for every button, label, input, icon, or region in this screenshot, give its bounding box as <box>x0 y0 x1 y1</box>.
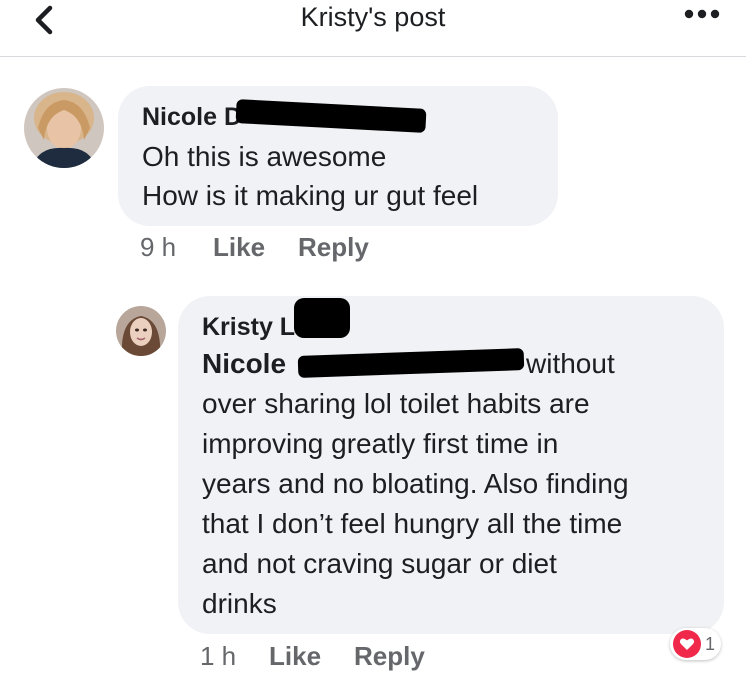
reply-time: 1 h <box>200 641 237 671</box>
comment-author[interactable]: Nicole D <box>142 100 242 134</box>
reply-author[interactable]: Kristy L <box>202 310 295 344</box>
reply-line: improving greatly first time in <box>202 428 559 459</box>
comment-bubble[interactable]: Nicole D Oh this is awesome How is it ma… <box>118 86 558 226</box>
comment-line: Oh this is awesome <box>142 141 387 172</box>
redaction-mark <box>235 99 427 133</box>
comment-line: How is it making ur gut feel <box>142 180 479 211</box>
reaction-count: 1 <box>705 633 716 654</box>
redaction-mark <box>294 298 350 338</box>
redaction-mark <box>297 348 525 378</box>
profile-photo <box>24 88 104 168</box>
reply-line: without <box>526 348 615 379</box>
top-bar: Kristy's post <box>0 0 746 57</box>
more-dots-icon[interactable] <box>680 2 724 26</box>
profile-photo <box>116 306 166 356</box>
reply-line: years and no bloating. Also finding <box>202 468 629 499</box>
reply-line: drinks <box>202 588 277 619</box>
page-title: Kristy's post <box>300 2 446 32</box>
avatar[interactable] <box>24 88 104 168</box>
reply-bubble[interactable]: Kristy L Nicole without over sharing lol… <box>178 296 724 634</box>
heart-icon <box>673 630 701 658</box>
reaction-badge[interactable]: 1 <box>670 628 722 660</box>
comment-time: 9 h <box>140 232 177 262</box>
reply-button[interactable]: Reply <box>354 641 425 672</box>
reply-mention[interactable]: Nicole <box>202 346 286 382</box>
reply-line: and not craving sugar or diet <box>202 548 557 579</box>
avatar[interactable] <box>116 306 166 356</box>
reply-meta: 1 h Like Reply <box>200 641 500 673</box>
reply-line: that I don’t feel hungry all the time <box>202 508 623 539</box>
like-button[interactable]: Like <box>269 641 321 672</box>
like-button[interactable]: Like <box>213 232 265 263</box>
reply-button[interactable]: Reply <box>298 232 369 263</box>
comment-meta: 9 h Like Reply <box>140 232 440 264</box>
reply-line: over sharing lol toilet habits are <box>202 388 590 419</box>
